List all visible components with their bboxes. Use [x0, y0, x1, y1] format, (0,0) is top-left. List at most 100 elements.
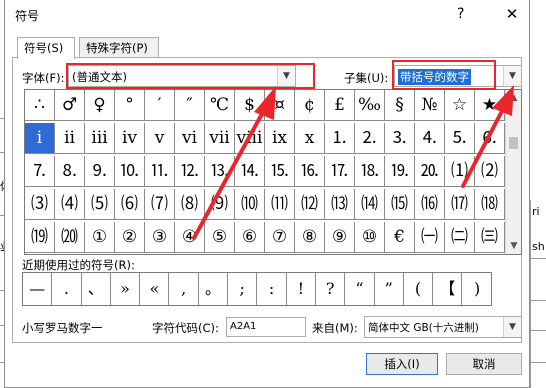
symbol-cell[interactable]: ℃	[205, 90, 235, 121]
recent-symbol-cell[interactable]: (	[404, 273, 434, 305]
symbol-cell[interactable]: ⑿	[295, 189, 325, 220]
recent-symbol-cell[interactable]: .	[52, 273, 82, 305]
symbol-cell[interactable]: ⒑	[115, 156, 145, 187]
symbol-cell[interactable]: ⑹	[115, 189, 145, 220]
symbol-cell[interactable]: ¤	[265, 90, 295, 121]
tab-special-chars[interactable]: 特殊字符(P)	[79, 37, 159, 58]
scroll-up-icon[interactable]: ▲	[506, 90, 522, 106]
symbol-cell[interactable]: ⒔	[205, 156, 235, 187]
recent-symbol-cell[interactable]: »	[111, 273, 141, 305]
close-button[interactable]: ✕	[495, 2, 529, 26]
scroll-down-icon[interactable]: ▼	[506, 238, 522, 254]
recent-symbol-cell[interactable]: ;	[228, 273, 258, 305]
symbol-cell[interactable]: ″	[175, 90, 205, 121]
recent-symbol-cell[interactable]: ”	[375, 273, 404, 305]
symbol-cell[interactable]: ⅲ	[85, 123, 115, 154]
recent-symbol-cell[interactable]: ,	[170, 273, 199, 305]
recent-symbol-cell[interactable]: ?	[316, 273, 346, 305]
symbol-cell[interactable]: ‰	[355, 90, 385, 121]
symbol-cell[interactable]: ⒈	[325, 123, 355, 154]
symbol-cell[interactable]: ⑧	[295, 222, 325, 253]
symbol-cell[interactable]: ′	[145, 90, 175, 121]
symbol-cell[interactable]: ★	[475, 90, 505, 121]
symbol-cell[interactable]: ⒇	[55, 222, 85, 253]
symbol-cell[interactable]: ②	[115, 222, 145, 253]
insert-button[interactable]: 插入(I)	[366, 353, 438, 375]
symbol-cell[interactable]: ⑸	[85, 189, 115, 220]
symbol-cell[interactable]: ⒀	[325, 189, 355, 220]
recent-symbol-cell[interactable]: “	[345, 273, 375, 305]
recent-symbol-cell[interactable]: :	[257, 273, 287, 305]
cancel-button[interactable]: 取消	[446, 353, 522, 375]
symbol-cell[interactable]: ⅶ	[205, 123, 235, 154]
symbol-cell[interactable]: ⒓	[175, 156, 205, 187]
symbol-cell[interactable]: ⑴	[445, 156, 475, 187]
symbol-cell[interactable]: ⅴ	[145, 123, 175, 154]
symbol-cell[interactable]: $	[235, 90, 265, 121]
symbol-cell[interactable]: ⑩	[355, 222, 385, 253]
symbol-cell[interactable]: №	[415, 90, 445, 121]
chevron-down-icon[interactable]: ▼	[503, 66, 521, 86]
symbol-cell[interactable]: ㈢	[475, 222, 505, 253]
scroll-thumb[interactable]	[509, 137, 518, 149]
symbol-cell[interactable]: ⒒	[145, 156, 175, 187]
symbol-cell[interactable]: £	[325, 90, 355, 121]
symbol-cell[interactable]: °	[115, 90, 145, 121]
symbol-cell[interactable]: ⒅	[475, 189, 505, 220]
symbol-grid-scrollbar[interactable]: ▲ ▼	[505, 90, 521, 254]
font-select[interactable]: (普通文本) ▼	[68, 65, 296, 87]
symbol-cell[interactable]: ♀	[85, 90, 115, 121]
symbol-cell[interactable]: ☆	[445, 90, 475, 121]
from-select[interactable]: 简体中文 GB(十六进制) ▼	[364, 316, 522, 338]
symbol-cell[interactable]: ⅹ	[295, 123, 325, 154]
char-code-input[interactable]: A2A1	[226, 317, 306, 337]
symbol-cell[interactable]: ⅳ	[115, 123, 145, 154]
symbol-cell[interactable]: ⑽	[235, 189, 265, 220]
subset-select[interactable]: 带括号的数字 ▼	[394, 65, 522, 87]
symbol-cell[interactable]: ⒍	[475, 123, 505, 154]
symbol-cell[interactable]: ⒚	[385, 156, 415, 187]
symbol-cell[interactable]: ⒛	[415, 156, 445, 187]
symbol-cell[interactable]: ⑶	[25, 189, 55, 220]
symbol-cell[interactable]: ⒂	[385, 189, 415, 220]
symbol-cell[interactable]: ∴	[25, 90, 55, 121]
chevron-down-icon[interactable]: ▼	[277, 66, 295, 86]
symbol-cell[interactable]: ⑼	[205, 189, 235, 220]
symbol-cell[interactable]: ⒋	[415, 123, 445, 154]
symbol-cell[interactable]: ⑾	[265, 189, 295, 220]
symbol-cell[interactable]: §	[385, 90, 415, 121]
symbol-cell[interactable]: ⒆	[25, 222, 55, 253]
symbol-cell[interactable]: ⅵ	[175, 123, 205, 154]
symbol-cell[interactable]: ⅰ	[25, 123, 55, 154]
symbol-cell[interactable]: ⒃	[415, 189, 445, 220]
recent-symbol-cell[interactable]: —	[23, 273, 53, 305]
symbol-cell[interactable]: ⒄	[445, 189, 475, 220]
symbol-cell[interactable]: ㈡	[445, 222, 475, 253]
symbol-cell[interactable]: ⒎	[25, 156, 55, 187]
symbol-cell[interactable]: ⒌	[445, 123, 475, 154]
symbol-cell[interactable]: ㈠	[415, 222, 445, 253]
symbol-cell[interactable]: ⒏	[55, 156, 85, 187]
symbol-cell[interactable]: ⑦	[265, 222, 295, 253]
symbol-cell[interactable]: ⒕	[235, 156, 265, 187]
symbol-cell[interactable]: ⒁	[355, 189, 385, 220]
symbol-cell[interactable]: ③	[145, 222, 175, 253]
recent-symbol-cell[interactable]: 【	[433, 273, 463, 305]
symbol-cell[interactable]: ⒗	[295, 156, 325, 187]
symbol-cell[interactable]: €	[385, 222, 415, 253]
recent-symbol-cell[interactable]: )	[463, 273, 492, 305]
tab-symbols[interactable]: 符号(S)	[17, 37, 75, 59]
symbol-cell[interactable]: ⑷	[55, 189, 85, 220]
chevron-down-icon[interactable]: ▼	[503, 317, 521, 337]
symbol-cell[interactable]: ⒉	[355, 123, 385, 154]
recent-symbol-cell[interactable]: 、	[82, 273, 111, 305]
symbol-cell[interactable]: ⅸ	[265, 123, 295, 154]
symbol-cell[interactable]: ⑨	[325, 222, 355, 253]
symbol-cell[interactable]: ⒘	[325, 156, 355, 187]
symbol-cell[interactable]: ⑻	[175, 189, 205, 220]
recent-symbol-cell[interactable]: 。	[199, 273, 229, 305]
help-button[interactable]: ?	[457, 6, 464, 22]
recent-symbol-cell[interactable]: «	[140, 273, 170, 305]
symbol-cell[interactable]: ⑺	[145, 189, 175, 220]
symbol-cell[interactable]: ①	[85, 222, 115, 253]
